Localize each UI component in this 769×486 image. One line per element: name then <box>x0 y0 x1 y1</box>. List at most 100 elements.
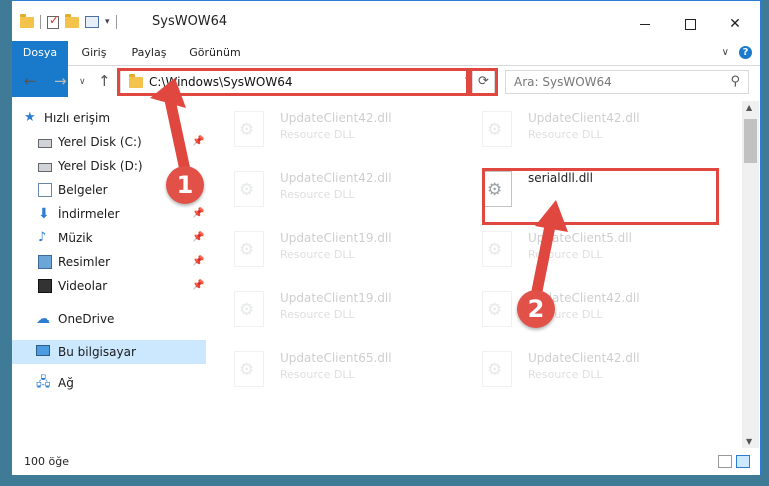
file-type: Resource DLL <box>280 368 355 381</box>
drive-icon <box>38 163 52 172</box>
close-button[interactable]: ✕ <box>712 9 758 39</box>
file-name: UpdateClient42.dll <box>528 351 640 365</box>
quick-access-toolbar: ▾ <box>20 13 117 29</box>
navigation-pane: ★ Hızlı erişim Yerel Disk (C:) 📌 Yerel D… <box>12 101 206 448</box>
status-bar: 100 öğe <box>12 449 760 475</box>
dll-file-icon <box>482 291 512 327</box>
sidebar-item-network[interactable]: 🖧 Ağ <box>12 371 206 395</box>
file-item[interactable]: UpdateClient65.dll Resource DLL <box>212 343 452 399</box>
file-type: Resource DLL <box>280 308 355 321</box>
dll-file-icon <box>482 351 512 387</box>
star-icon: ★ <box>24 110 36 125</box>
view-buttons <box>718 455 750 468</box>
recent-locations-icon[interactable]: ∨ <box>79 77 86 87</box>
pictures-icon <box>38 255 52 269</box>
file-name: UpdateClient5.dll <box>528 231 632 245</box>
item-count: 100 öğe <box>24 455 69 468</box>
file-type: Resource DLL <box>528 248 603 261</box>
pin-icon[interactable]: 📌 <box>192 274 204 298</box>
file-type: Resource DLL <box>528 128 603 141</box>
ribbon-right: ∨ ? <box>722 46 752 59</box>
file-name: UpdateClient19.dll <box>280 291 392 305</box>
pin-icon[interactable]: 📌 <box>192 226 204 250</box>
file-item[interactable]: UpdateClient42.dll Resource DLL <box>460 283 700 339</box>
sidebar-item-label: OneDrive <box>58 312 115 326</box>
sidebar-item-label: Videolar <box>58 279 108 293</box>
minimize-button[interactable] <box>622 9 668 39</box>
file-item[interactable]: UpdateClient42.dll Resource DLL <box>460 103 700 159</box>
expand-ribbon-icon[interactable]: ∨ <box>722 47 729 58</box>
videos-icon <box>38 279 52 293</box>
qat-separator <box>115 15 117 29</box>
back-button[interactable]: ← <box>24 72 37 90</box>
sidebar-item-drive-c[interactable]: Yerel Disk (C:) 📌 <box>12 130 206 154</box>
folder-icon <box>20 13 34 28</box>
sidebar-item-label: Müzik <box>58 231 93 245</box>
file-name: UpdateClient19.dll <box>280 231 392 245</box>
dll-file-icon <box>234 351 264 387</box>
downloads-icon: ⬇ <box>38 206 50 222</box>
network-icon: 🖧 <box>36 375 51 390</box>
dll-file-icon <box>234 111 264 147</box>
sidebar-item-videos[interactable]: Videolar 📌 <box>12 274 206 298</box>
properties-icon[interactable] <box>85 16 99 28</box>
search-box[interactable]: Ara: SysWOW64 ⚲ <box>505 70 749 94</box>
sidebar-item-label: Resimler <box>58 255 111 269</box>
pin-icon[interactable]: 📌 <box>192 250 204 274</box>
dll-file-icon <box>234 231 264 267</box>
file-name: UpdateClient65.dll <box>280 351 392 365</box>
address-highlight-box <box>117 68 469 96</box>
cloud-icon: ☁ <box>36 311 50 327</box>
details-view-icon[interactable] <box>718 455 732 468</box>
ribbon-tabs: Dosya Giriş Paylaş Görünüm ∨ ? <box>12 41 760 97</box>
scroll-thumb[interactable] <box>744 119 757 163</box>
sidebar-item-label: Ağ <box>58 376 74 390</box>
maximize-icon <box>684 18 696 30</box>
file-item[interactable]: UpdateClient42.dll Resource DLL <box>212 103 452 159</box>
file-item[interactable]: UpdateClient19.dll Resource DLL <box>212 283 452 339</box>
properties-check-icon[interactable] <box>47 13 59 29</box>
sidebar-item-label: Hızlı erişim <box>44 111 111 125</box>
forward-button[interactable]: → <box>54 72 67 90</box>
dll-file-icon <box>234 171 264 207</box>
sidebar-item-music[interactable]: ♪ Müzik 📌 <box>12 226 206 250</box>
tab-view[interactable]: Görünüm <box>182 41 248 65</box>
search-input[interactable]: Ara: SysWOW64 <box>514 75 612 89</box>
computer-icon <box>36 345 50 356</box>
scroll-down-icon[interactable]: ▼ <box>746 437 752 446</box>
music-icon: ♪ <box>38 230 47 245</box>
file-item[interactable]: UpdateClient42.dll Resource DLL <box>212 163 452 219</box>
file-item[interactable]: UpdateClient5.dll Resource DLL <box>460 223 700 279</box>
vertical-scrollbar[interactable]: ▲ ▼ <box>742 101 759 448</box>
pin-icon[interactable]: 📌 <box>192 130 204 154</box>
sidebar-item-label: Belgeler <box>58 183 108 197</box>
sidebar-item-label: Yerel Disk (D:) <box>58 159 143 173</box>
window-title: SysWOW64 <box>152 14 228 29</box>
close-icon: ✕ <box>729 16 741 32</box>
file-type: Resource DLL <box>280 248 355 261</box>
customize-qat-icon[interactable]: ▾ <box>105 17 110 27</box>
refresh-highlight-box <box>469 68 498 96</box>
sidebar-item-downloads[interactable]: ⬇ İndirmeler 📌 <box>12 202 206 226</box>
tab-share[interactable]: Paylaş <box>124 41 174 65</box>
file-item[interactable]: UpdateClient19.dll Resource DLL <box>212 223 452 279</box>
scroll-up-icon[interactable]: ▲ <box>746 103 752 112</box>
file-type: Resource DLL <box>280 188 355 201</box>
maximize-button[interactable] <box>667 9 713 39</box>
search-icon[interactable]: ⚲ <box>730 74 740 89</box>
file-type: Resource DLL <box>280 128 355 141</box>
tiles-view-icon[interactable] <box>736 455 750 468</box>
sidebar-item-quick-access[interactable]: ★ Hızlı erişim <box>12 106 206 130</box>
pin-icon[interactable]: 📌 <box>192 202 204 226</box>
up-button[interactable]: ↑ <box>98 72 111 90</box>
dll-file-icon <box>482 231 512 267</box>
drive-icon <box>38 139 52 148</box>
help-icon[interactable]: ? <box>739 46 752 59</box>
sidebar-item-this-pc[interactable]: Bu bilgisayar <box>12 340 206 364</box>
file-name: UpdateClient42.dll <box>280 171 392 185</box>
file-item[interactable]: UpdateClient42.dll Resource DLL <box>460 343 700 399</box>
sidebar-item-onedrive[interactable]: ☁ OneDrive <box>12 307 206 331</box>
sidebar-item-pictures[interactable]: Resimler 📌 <box>12 250 206 274</box>
new-folder-icon[interactable] <box>65 13 79 28</box>
tab-home[interactable]: Giriş <box>74 41 114 65</box>
